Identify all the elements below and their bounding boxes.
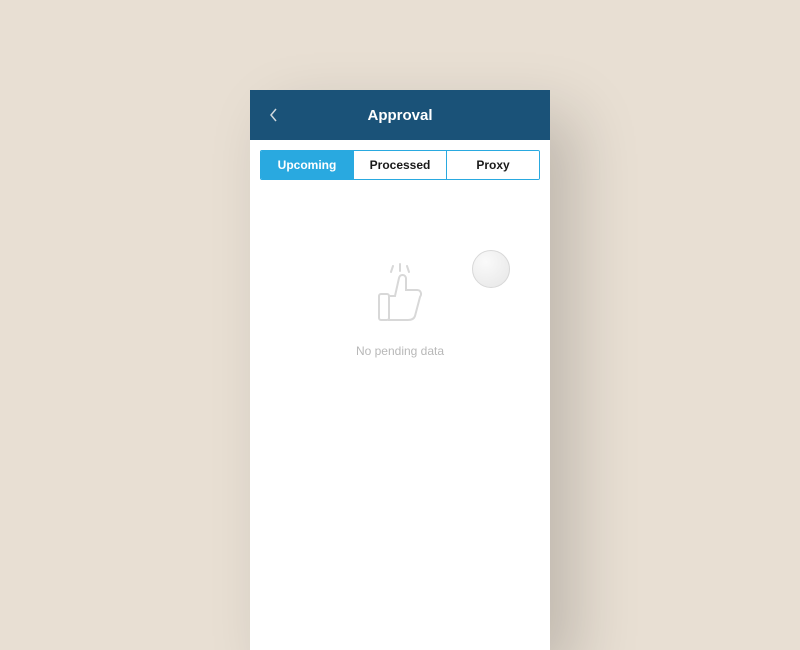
- tab-bar: Upcoming Processed Proxy: [260, 150, 540, 180]
- tab-proxy[interactable]: Proxy: [447, 151, 539, 179]
- app-screen: Approval Upcoming Processed Proxy No pen…: [250, 90, 550, 650]
- empty-state-message: No pending data: [356, 344, 444, 358]
- chevron-left-icon: [269, 107, 279, 123]
- back-button[interactable]: [262, 103, 286, 127]
- tab-processed[interactable]: Processed: [354, 151, 447, 179]
- floating-action-button[interactable]: [472, 250, 510, 288]
- content-area: No pending data: [250, 180, 550, 580]
- thumbs-up-icon: [365, 260, 435, 330]
- tab-upcoming[interactable]: Upcoming: [261, 151, 354, 179]
- page-title: Approval: [250, 107, 550, 124]
- header-bar: Approval: [250, 90, 550, 140]
